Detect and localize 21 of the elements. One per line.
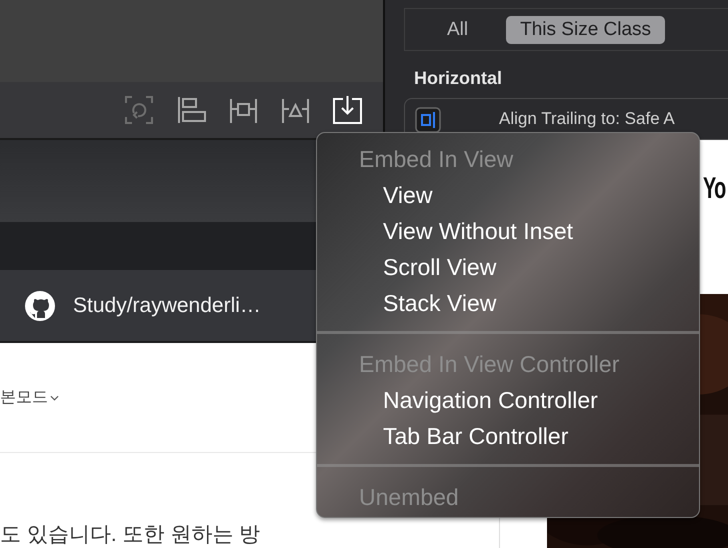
browser-tab[interactable]: Study/raywenderli… — [0, 290, 261, 322]
align-icon[interactable] — [176, 95, 207, 125]
menu-item[interactable]: Stack View — [317, 285, 699, 321]
headline: Yo — [703, 172, 726, 206]
menu-item: Unembed — [358, 483, 460, 512]
constraint-label: Align Trailing to: Safe A — [499, 108, 675, 129]
mode-dropdown[interactable]: 본모드 — [0, 387, 59, 408]
section-title: Horizontal — [413, 67, 503, 89]
menu-item[interactable]: Navigation Controller — [317, 382, 699, 418]
chevron-icon — [50, 394, 59, 400]
body-text: 도 있습니다. 또한 원하는 방 — [0, 522, 260, 548]
menu-item[interactable]: Scroll View — [317, 249, 699, 285]
segment-tab[interactable]: This Size Class — [506, 16, 666, 44]
menu-item[interactable]: View Without Inset — [317, 213, 699, 249]
constraint-icon — [415, 107, 441, 133]
menu-section-header: Embed In View — [358, 145, 514, 174]
menu-item[interactable]: View — [317, 177, 699, 213]
segment-tab[interactable]: All — [433, 16, 482, 44]
embed-icon[interactable] — [332, 95, 363, 125]
github-icon — [24, 290, 56, 322]
menu-item[interactable]: Tab Bar Controller — [317, 418, 699, 454]
